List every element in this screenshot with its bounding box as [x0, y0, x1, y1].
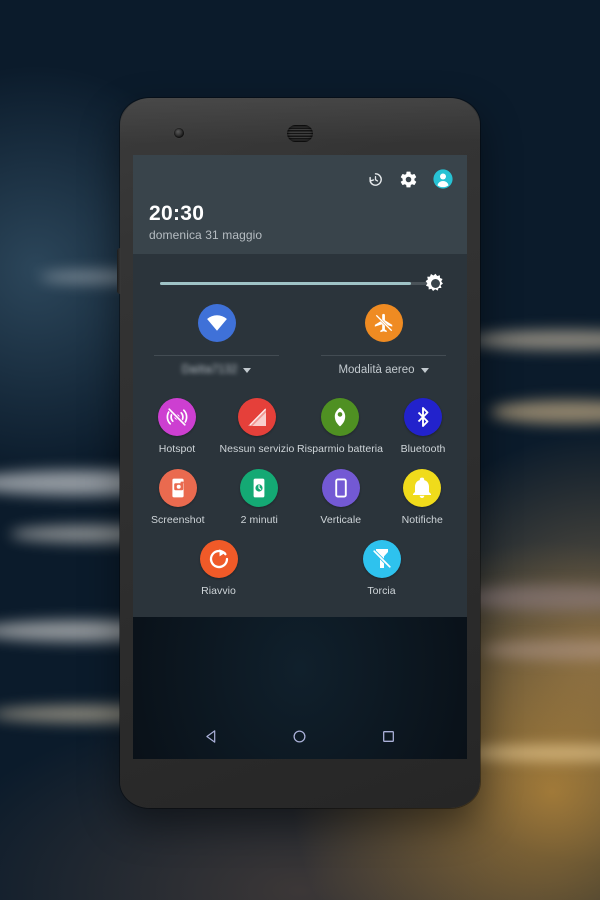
- tile-label: Risparmio batteria: [296, 443, 384, 455]
- tile-row: Screenshot 2 minuti Verticale Notifiche: [137, 461, 463, 526]
- wifi-ssid-label: Daitta7132: [181, 364, 238, 376]
- nav-back-button[interactable]: [200, 725, 222, 747]
- notifications-tile[interactable]: Notifiche: [382, 461, 464, 526]
- battery-saver-tile[interactable]: Risparmio batteria: [297, 390, 383, 455]
- cell-signal-tile[interactable]: Nessun servizio: [217, 390, 297, 455]
- tile-label: Torcia: [367, 585, 396, 597]
- gear-icon[interactable]: [399, 170, 418, 189]
- bell-icon[interactable]: [403, 469, 442, 507]
- tile-label: 2 minuti: [240, 514, 278, 526]
- clock-block: 20:30 domenica 31 maggio: [149, 201, 263, 242]
- signal-off-icon[interactable]: [237, 398, 276, 436]
- airplane-tile-label: Modalità aereo: [338, 364, 415, 376]
- tile-label: Bluetooth: [400, 443, 446, 455]
- wifi-tile[interactable]: Daitta7132: [133, 304, 300, 376]
- tile-row: Hotspot Nessun servizio Risparmio batter…: [137, 390, 463, 455]
- header-icon-group: [367, 169, 453, 189]
- phone-device: Lollipop: [117, 98, 480, 808]
- history-icon[interactable]: [367, 171, 384, 188]
- navigation-bar: [133, 713, 467, 759]
- tile-label: Nessun servizio: [219, 443, 295, 455]
- flashlight-off-icon[interactable]: [362, 540, 401, 578]
- dual-tile-row: Daitta7132 Modalità aereo: [133, 294, 467, 376]
- hotspot-tile[interactable]: Hotspot: [137, 390, 217, 455]
- power-button[interactable]: [117, 248, 121, 294]
- user-avatar-icon[interactable]: [433, 169, 453, 189]
- earpiece-speaker-icon: [287, 125, 313, 142]
- wifi-icon[interactable]: [197, 304, 236, 342]
- quick-settings-body: Daitta7132 Modalità aereo Hotspot Nessun…: [133, 254, 467, 617]
- front-camera-icon: [174, 128, 184, 138]
- brightness-slider[interactable]: [133, 254, 467, 294]
- screen-timer-icon[interactable]: [240, 469, 279, 507]
- bluetooth-icon[interactable]: [404, 398, 443, 436]
- chevron-down-icon[interactable]: [420, 367, 429, 373]
- quick-settings-shade: 20:30 domenica 31 maggio Daitta7132 Moda…: [133, 155, 467, 617]
- wifi-tile-label-row: Daitta7132: [182, 364, 252, 376]
- airplane-off-icon[interactable]: [364, 304, 403, 342]
- tile-label: Hotspot: [158, 443, 196, 455]
- portrait-icon[interactable]: [321, 469, 360, 507]
- quick-settings-header: 20:30 domenica 31 maggio: [133, 155, 467, 254]
- restart-icon[interactable]: [199, 540, 238, 578]
- flashlight-tile[interactable]: Torcia: [341, 532, 423, 597]
- chevron-down-icon[interactable]: [243, 367, 252, 373]
- airplane-tile-label-row: Modalità aereo: [338, 364, 429, 376]
- battery-leaf-icon[interactable]: [320, 398, 359, 436]
- reboot-tile[interactable]: Riavvio: [178, 532, 260, 597]
- quick-settings-tile-grid: Hotspot Nessun servizio Risparmio batter…: [133, 376, 467, 597]
- tile-label: Verticale: [320, 514, 362, 526]
- airplane-mode-tile[interactable]: Modalità aereo: [300, 304, 467, 376]
- bluetooth-tile[interactable]: Bluetooth: [383, 390, 463, 455]
- phone-chin: [120, 759, 480, 808]
- tile-divider: [320, 355, 447, 356]
- camera-phone-icon[interactable]: [158, 469, 197, 507]
- qs-date: domenica 31 maggio: [149, 228, 263, 242]
- screenshot-tile[interactable]: Screenshot: [137, 461, 219, 526]
- brightness-fill: [160, 282, 411, 285]
- sleep-timeout-tile[interactable]: 2 minuti: [219, 461, 301, 526]
- nav-home-button[interactable]: [289, 725, 311, 747]
- tile-divider: [153, 355, 280, 356]
- tile-label: Screenshot: [150, 514, 205, 526]
- tile-label: Notifiche: [401, 514, 443, 526]
- hotspot-off-icon[interactable]: [157, 398, 196, 436]
- brightness-thumb-icon[interactable]: [425, 273, 446, 294]
- tile-label: Riavvio: [201, 585, 236, 597]
- orientation-tile[interactable]: Verticale: [300, 461, 382, 526]
- phone-screen: Lollipop: [133, 155, 467, 759]
- qs-time: 20:30: [149, 201, 205, 225]
- tile-row: Riavvio Torcia: [137, 532, 463, 597]
- nav-recents-button[interactable]: [378, 725, 400, 747]
